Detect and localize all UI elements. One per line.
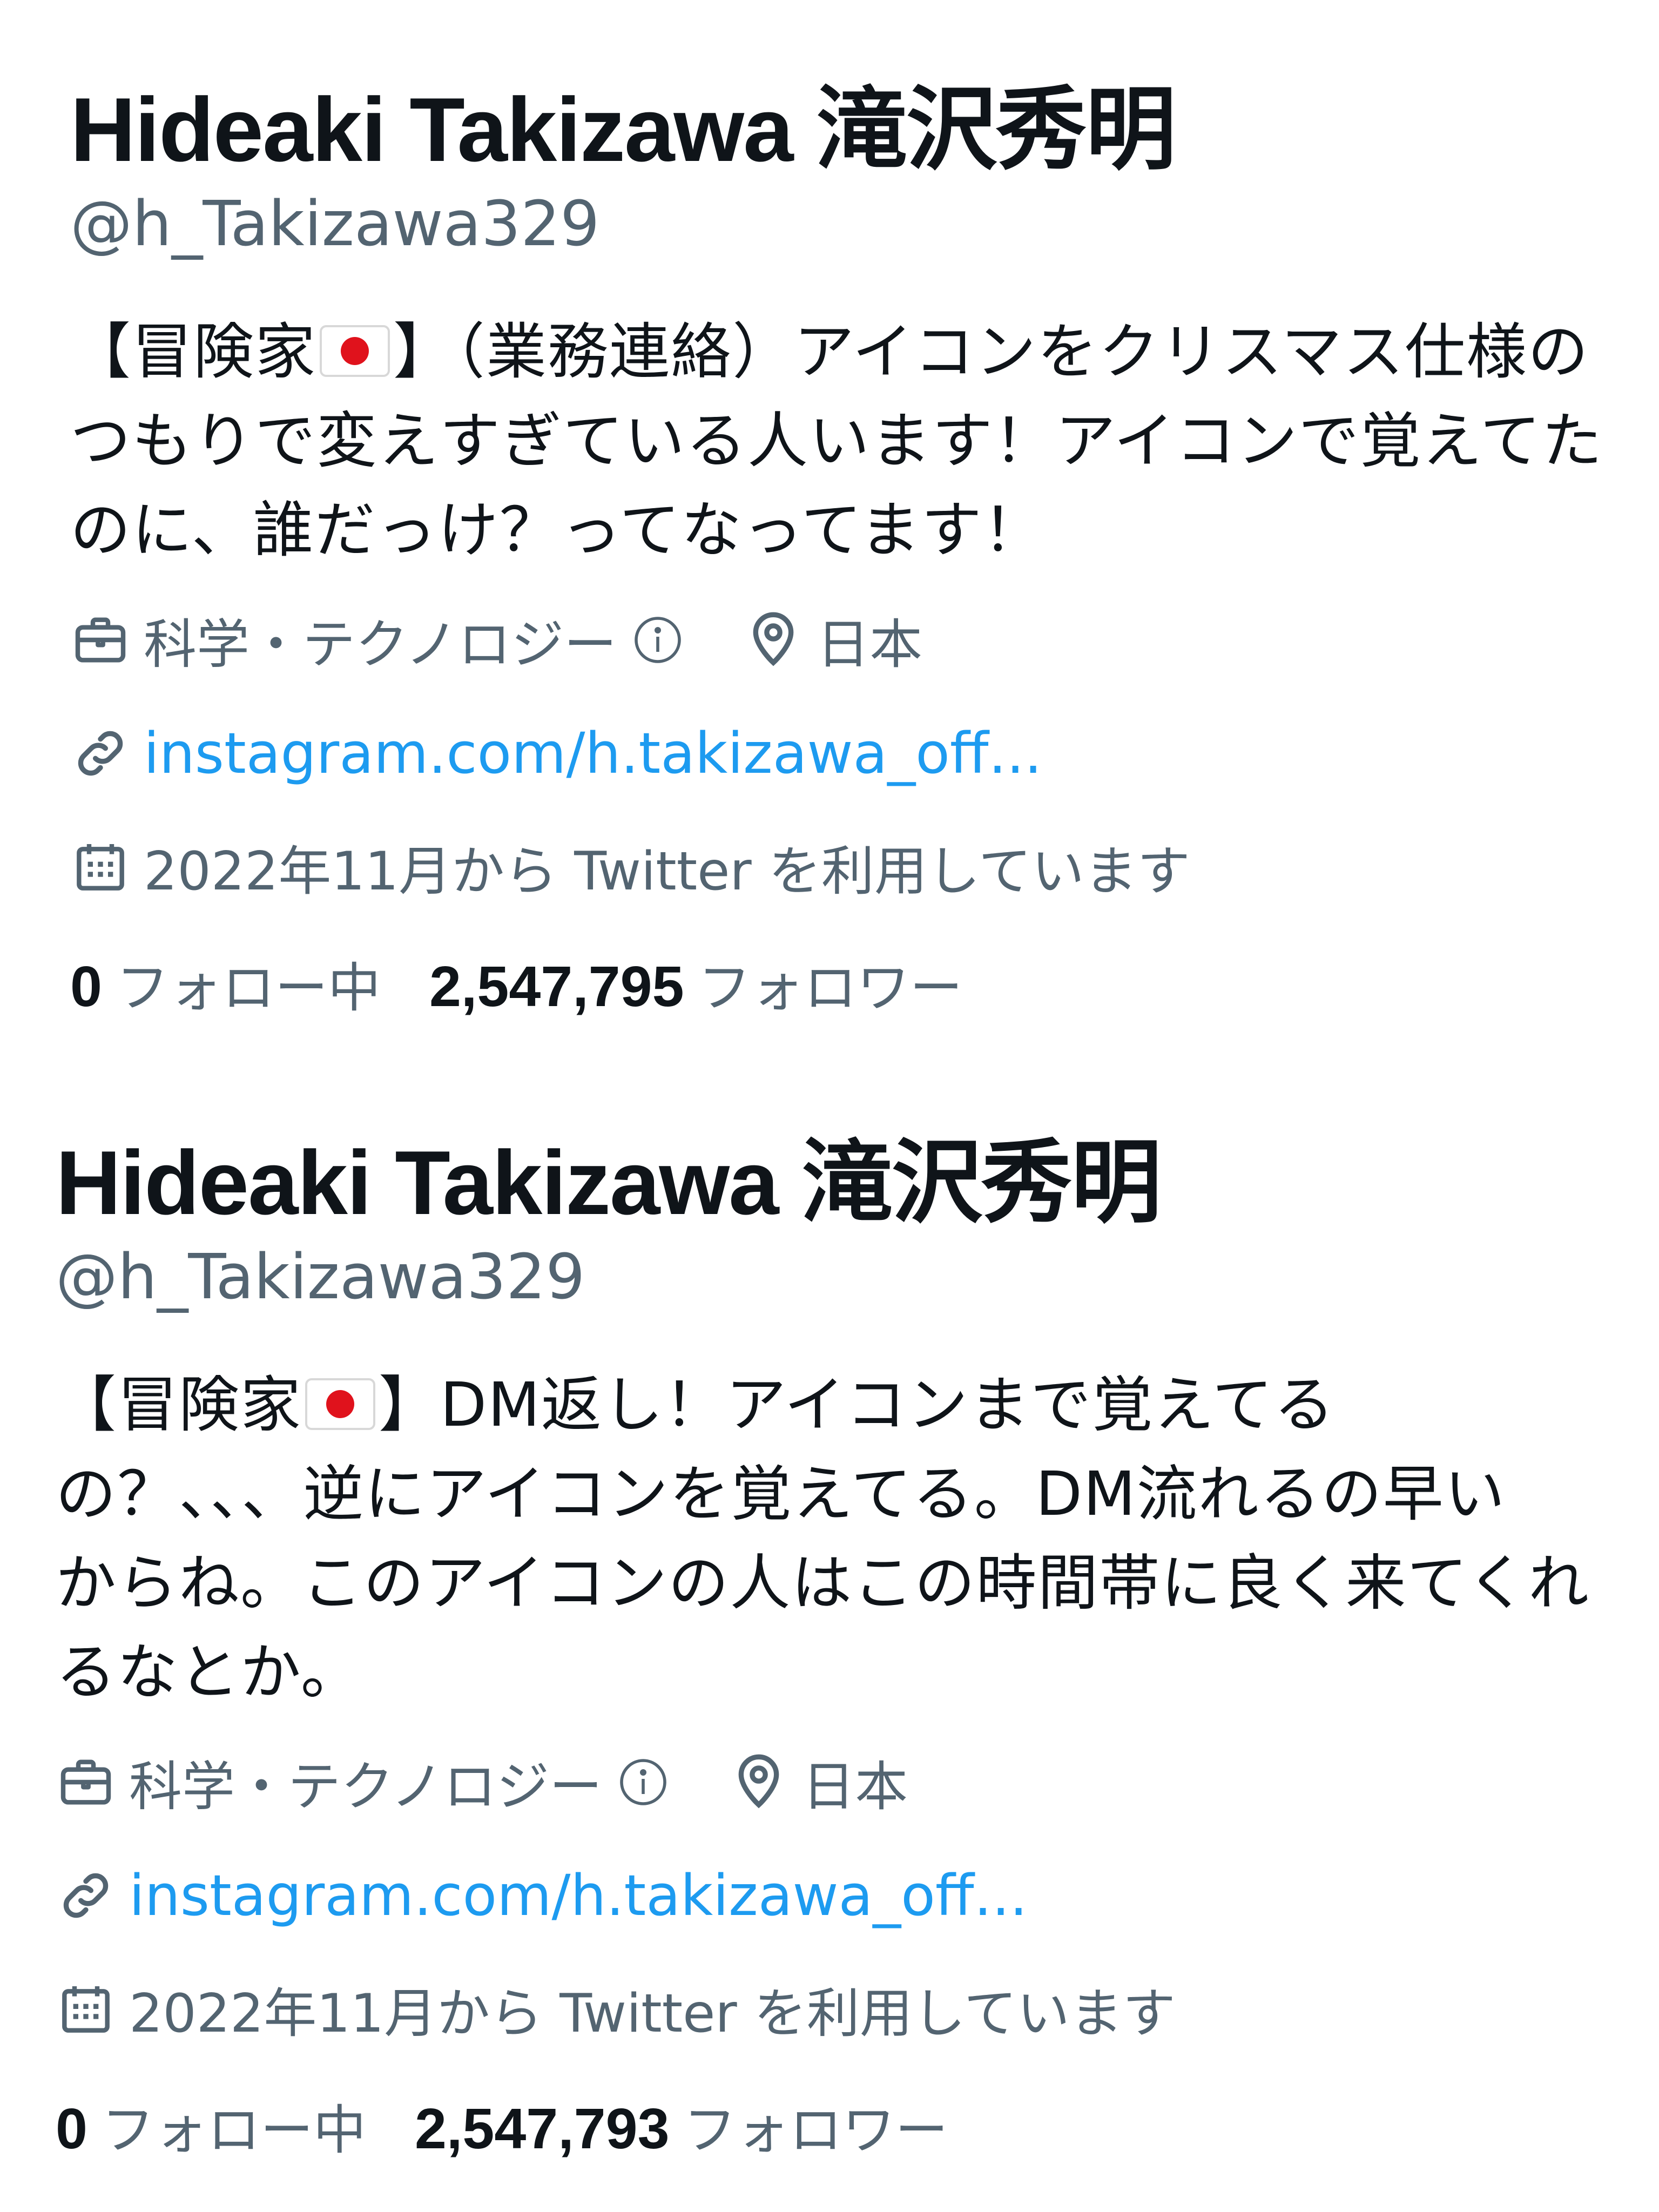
location-pin-icon — [743, 610, 804, 670]
profile-meta-link: instagram.com/h.takizawa_off... — [56, 1860, 1622, 1931]
profile-display-name: Hideaki Takizawa 滝沢秀明 — [70, 79, 1176, 180]
profile-meta-joined: 2022年11月から Twitter を利用しています — [56, 1974, 1622, 2045]
profile-header-1: Hideaki Takizawa 滝沢秀明 @h_Takizawa329 【冒険… — [0, 0, 1659, 1022]
bio-prefix: 【冒険家 — [56, 1370, 302, 1440]
info-icon[interactable] — [632, 614, 684, 666]
profile-website-link[interactable]: instagram.com/h.takizawa_off... — [129, 1863, 1028, 1928]
bio-prefix: 【冒険家 — [70, 317, 316, 387]
briefcase-icon — [56, 1752, 116, 1812]
profile-follow-counts: 0 フォロー中 2,547,795 フォロワー — [70, 945, 1636, 1022]
calendar-icon — [56, 1979, 116, 2039]
following-link[interactable]: 0 フォロー中 — [56, 2087, 366, 2164]
following-label: フォロー中 — [116, 957, 381, 1019]
followers-label: フォロワー — [698, 957, 963, 1019]
profile-category: 科学・テクノロジー — [144, 614, 617, 676]
link-icon — [70, 723, 131, 784]
link-icon — [56, 1865, 116, 1926]
profile-meta-category-location: 科学・テクノロジー 日本 — [70, 605, 1636, 676]
followers-count: 2,547,793 — [414, 2097, 670, 2161]
profile-joined-date: 2022年11月から Twitter を利用しています — [129, 1983, 1176, 2045]
profile-meta-category-location: 科学・テクノロジー 日本 — [56, 1747, 1622, 1818]
profile-handle: @h_Takizawa329 — [56, 1241, 585, 1313]
profile-bio: 【冒険家 】DM返し！アイコンまで覚えてる の？、、、逆にアイコンを覚えてる。DM… — [56, 1361, 1622, 1717]
profile-follow-counts: 0 フォロー中 2,547,793 フォロワー — [56, 2087, 1622, 2164]
following-count: 0 — [56, 2097, 87, 2161]
profile-display-name: Hideaki Takizawa 滝沢秀明 — [56, 1132, 1162, 1233]
profile-website-link[interactable]: instagram.com/h.takizawa_off... — [144, 720, 1042, 786]
info-icon[interactable] — [617, 1756, 669, 1808]
followers-link[interactable]: 2,547,793 フォロワー — [415, 2087, 948, 2164]
followers-link[interactable]: 2,547,795 フォロワー — [429, 945, 963, 1022]
profile-handle: @h_Takizawa329 — [70, 188, 600, 260]
profile-meta-joined: 2022年11月から Twitter を利用しています — [70, 832, 1636, 902]
profile-location: 日本 — [802, 1756, 908, 1818]
followers-label: フォロワー — [683, 2100, 948, 2161]
profile-meta-link: instagram.com/h.takizawa_off... — [70, 718, 1636, 788]
briefcase-icon — [70, 610, 131, 670]
profile-bio: 【冒険家 】（業務連絡）アイコンをクリスマス仕様の つもりで変えすぎている人います… — [70, 308, 1636, 575]
calendar-icon — [70, 837, 131, 897]
followers-count: 2,547,795 — [429, 955, 684, 1019]
japan-flag-icon — [305, 1378, 375, 1430]
location-pin-icon — [729, 1752, 789, 1812]
following-label: フォロー中 — [101, 2100, 366, 2161]
profile-header-2: Hideaki Takizawa 滝沢秀明 @h_Takizawa329 【冒険… — [0, 1053, 1659, 2164]
following-count: 0 — [70, 955, 102, 1019]
following-link[interactable]: 0 フォロー中 — [70, 945, 381, 1022]
profile-location: 日本 — [817, 614, 923, 676]
profile-joined-date: 2022年11月から Twitter を利用しています — [144, 841, 1190, 902]
japan-flag-icon — [320, 325, 390, 377]
profile-category: 科学・テクノロジー — [129, 1756, 603, 1818]
